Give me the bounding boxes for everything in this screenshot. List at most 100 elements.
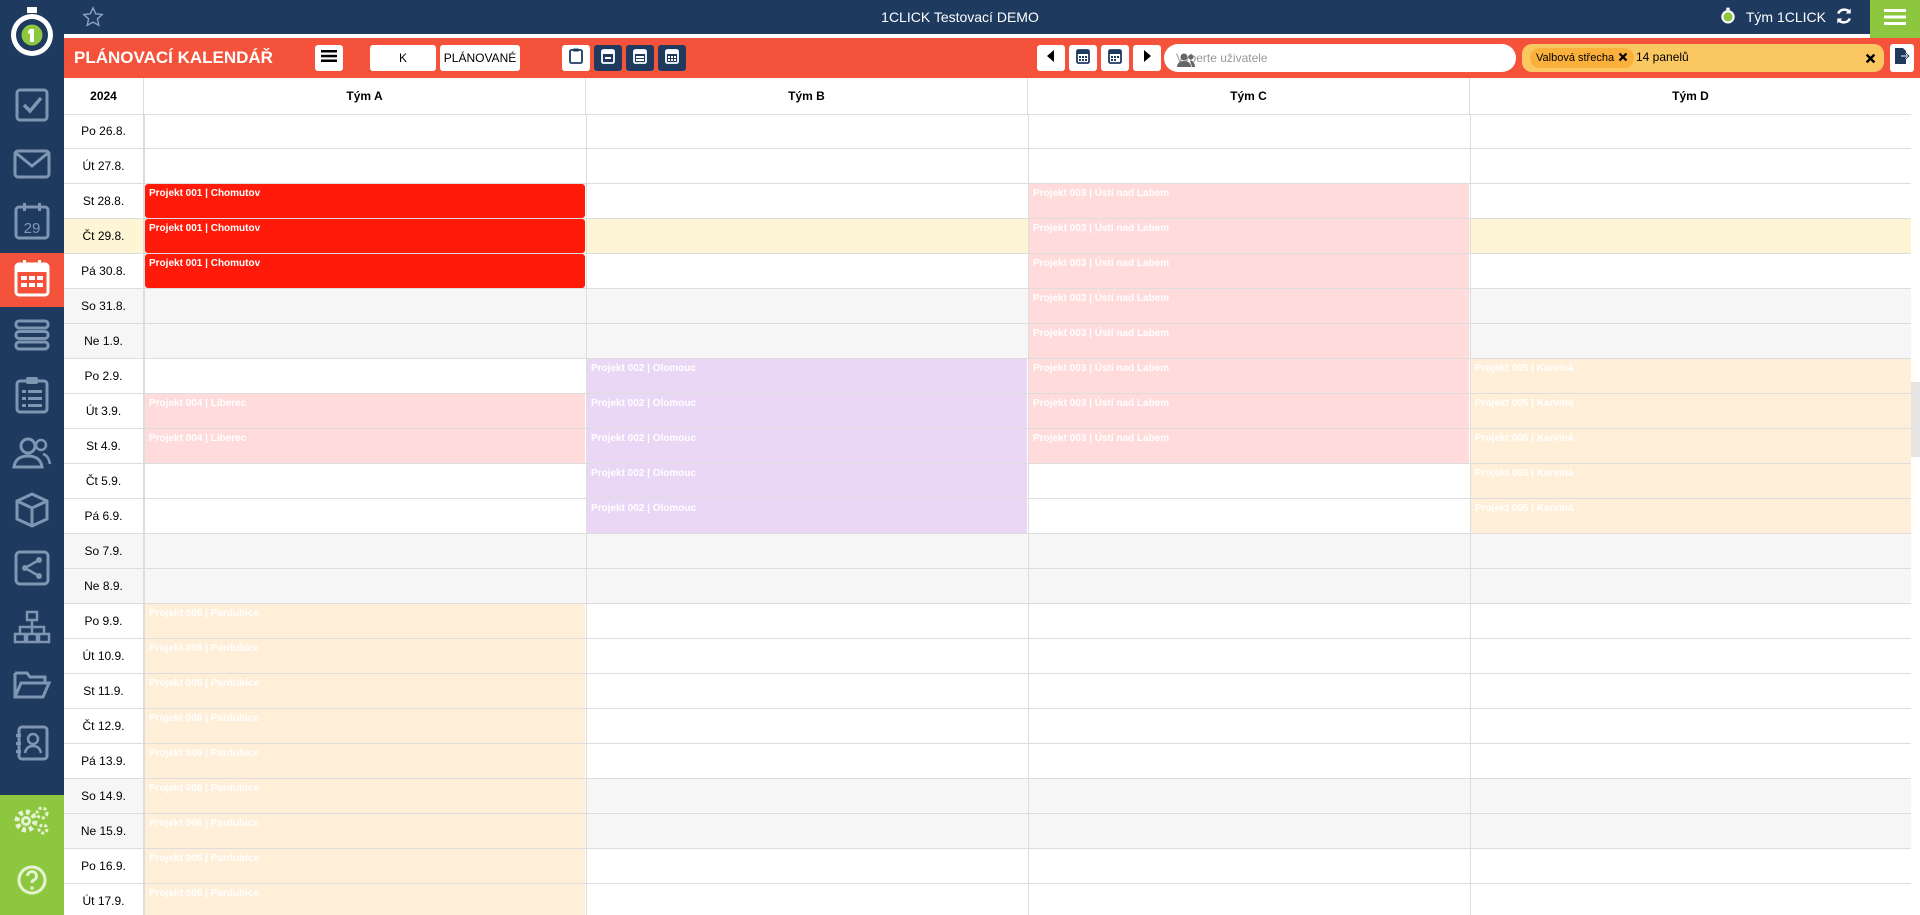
day-label: So 7.9. <box>64 534 144 568</box>
project-booking[interactable]: Projekt 001 | Chomutov <box>145 254 585 288</box>
project-booking[interactable]: Projekt 001 | Chomutov <box>145 219 585 253</box>
view-day-button[interactable] <box>594 45 622 71</box>
clipboard-icon <box>569 48 583 69</box>
sidebar-item-tasks[interactable] <box>0 80 64 134</box>
svg-text:29: 29 <box>24 220 41 237</box>
project-booking[interactable]: Projekt 003 | Ústí nad Labem <box>1029 429 1469 463</box>
project-booking[interactable]: Projekt 006 | Pardubice <box>145 674 585 708</box>
sidebar-item-share[interactable] <box>0 543 64 597</box>
sidebar-item-contacts[interactable] <box>0 718 64 772</box>
project-booking[interactable]: Projekt 003 | Ústí nad Labem <box>1029 289 1469 323</box>
sidebar-item-layers[interactable] <box>0 310 64 364</box>
calendar-today-icon <box>1108 48 1122 69</box>
project-booking[interactable]: Projekt 004 | Liberec <box>145 429 585 463</box>
folder-open-icon <box>13 669 52 706</box>
project-booking[interactable]: Projekt 006 | Pardubice <box>145 884 585 915</box>
box-icon <box>13 491 51 534</box>
project-booking[interactable]: Projekt 006 | Pardubice <box>145 604 585 638</box>
project-booking[interactable]: Projekt 006 | Pardubice <box>145 814 585 848</box>
calendar-icon <box>1076 48 1090 69</box>
list-menu-button[interactable] <box>315 45 343 71</box>
help-icon <box>16 864 48 901</box>
filter-chip[interactable]: Valbová střecha <box>1530 48 1635 68</box>
sidebar-item-documents[interactable] <box>0 660 64 714</box>
day-label: Čt 12.9. <box>64 709 144 743</box>
column-divider <box>586 114 587 915</box>
project-booking[interactable]: Projekt 002 | Olomouc <box>587 394 1027 428</box>
project-booking[interactable]: Projekt 005 | Karviná <box>1471 464 1911 498</box>
project-booking[interactable]: Projekt 003 | Ústí nad Labem <box>1029 324 1469 358</box>
day-label: Út 27.8. <box>64 149 144 183</box>
app-logo-icon[interactable] <box>6 6 58 58</box>
project-booking[interactable]: Projekt 006 | Pardubice <box>145 849 585 883</box>
top-bar: 1CLICK Testovací DEMO Tým 1CLICK <box>0 0 1920 34</box>
sidebar-item-users[interactable] <box>0 428 64 482</box>
prev-period-button[interactable] <box>1037 45 1065 71</box>
view-month-button[interactable] <box>658 45 686 71</box>
planovane-button[interactable]: PLÁNOVANÉ <box>440 45 520 71</box>
project-booking[interactable]: Projekt 005 | Karviná <box>1471 499 1911 533</box>
project-booking[interactable]: Projekt 003 | Ústí nad Labem <box>1029 219 1469 253</box>
page-title: PLÁNOVACÍ KALENDÁŘ <box>74 48 273 67</box>
team-label: Tým 1CLICK <box>1745 9 1826 25</box>
sidebar-item-mail[interactable] <box>0 139 64 193</box>
k-realizaci-button[interactable]: K REALIZACI <box>370 45 436 91</box>
project-booking[interactable]: Projekt 006 | Pardubice <box>145 639 585 673</box>
project-booking[interactable]: Projekt 003 | Ústí nad Labem <box>1029 359 1469 393</box>
project-booking[interactable]: Projekt 003 | Ústí nad Labem <box>1029 184 1469 218</box>
project-booking[interactable]: Projekt 002 | Olomouc <box>587 359 1027 393</box>
day-label: Út 10.9. <box>64 639 144 673</box>
day-label: Po 16.9. <box>64 849 144 883</box>
next-period-button[interactable] <box>1133 45 1161 71</box>
chip-remove-icon[interactable] <box>1618 52 1628 65</box>
sidebar-bottom <box>0 795 64 915</box>
grid-header: 2024 Tým A Tým B Tým C Tým D <box>64 78 1911 115</box>
user-select-input[interactable]: Vyberte uživatele <box>1164 44 1516 72</box>
view-clipboard-button[interactable] <box>562 45 590 71</box>
day-label: Út 3.9. <box>64 394 144 428</box>
today-button[interactable] <box>1101 45 1129 71</box>
project-booking[interactable]: Projekt 004 | Liberec <box>145 394 585 428</box>
project-booking[interactable]: Projekt 002 | Olomouc <box>587 429 1027 463</box>
calendar-row: So 31.8. <box>64 289 1911 324</box>
project-booking[interactable]: Projekt 005 | Karviná <box>1471 429 1911 463</box>
sidebar-item-settings[interactable] <box>0 795 64 849</box>
product-filter[interactable]: Valbová střecha 14 panelů <box>1522 44 1884 72</box>
project-booking[interactable]: Projekt 006 | Pardubice <box>145 744 585 778</box>
day-label: Ne 1.9. <box>64 324 144 358</box>
calendar-row: Po 26.8. <box>64 114 1911 149</box>
project-booking[interactable]: Projekt 002 | Olomouc <box>587 499 1027 533</box>
layers-icon <box>14 319 50 356</box>
project-booking[interactable]: Projekt 006 | Pardubice <box>145 779 585 813</box>
sidebar-item-calendar[interactable]: 29 <box>0 196 64 250</box>
project-booking[interactable]: Projekt 005 | Karviná <box>1471 394 1911 428</box>
project-booking[interactable]: Projekt 006 | Pardubice <box>145 709 585 743</box>
project-booking[interactable]: Projekt 005 | Karviná <box>1471 359 1911 393</box>
calendar-picker-button[interactable] <box>1069 45 1097 71</box>
calendar-row: Ne 8.9. <box>64 569 1911 604</box>
team-switcher[interactable]: Tým 1CLICK <box>1718 0 1854 34</box>
project-booking[interactable]: Projekt 002 | Olomouc <box>587 464 1027 498</box>
refresh-icon[interactable] <box>1834 6 1854 29</box>
hamburger-menu-button[interactable] <box>1870 0 1920 38</box>
day-label: So 31.8. <box>64 289 144 323</box>
sidebar-item-orders[interactable] <box>0 370 64 424</box>
day-label: Ne 15.9. <box>64 814 144 848</box>
project-booking[interactable]: Projekt 001 | Chomutov <box>145 184 585 218</box>
scrollbar-thumb[interactable] <box>1911 382 1920 457</box>
users-select-icon <box>1176 50 1506 78</box>
project-booking[interactable]: Projekt 003 | Ústí nad Labem <box>1029 394 1469 428</box>
day-label: St 4.9. <box>64 429 144 463</box>
sidebar-item-products[interactable] <box>0 485 64 539</box>
project-booking[interactable]: Projekt 003 | Ústí nad Labem <box>1029 254 1469 288</box>
clear-filter-icon[interactable] <box>1865 51 1876 69</box>
sidebar-item-structure[interactable] <box>0 602 64 656</box>
sidebar-item-help[interactable] <box>0 855 64 909</box>
day-label: Po 26.8. <box>64 114 144 148</box>
year-header: 2024 <box>64 78 144 114</box>
star-icon[interactable] <box>82 6 104 28</box>
sidebar-item-planning[interactable] <box>0 253 64 307</box>
view-week-button[interactable] <box>626 45 654 71</box>
export-button[interactable] <box>1890 44 1914 72</box>
hamburger-icon <box>1884 8 1906 31</box>
